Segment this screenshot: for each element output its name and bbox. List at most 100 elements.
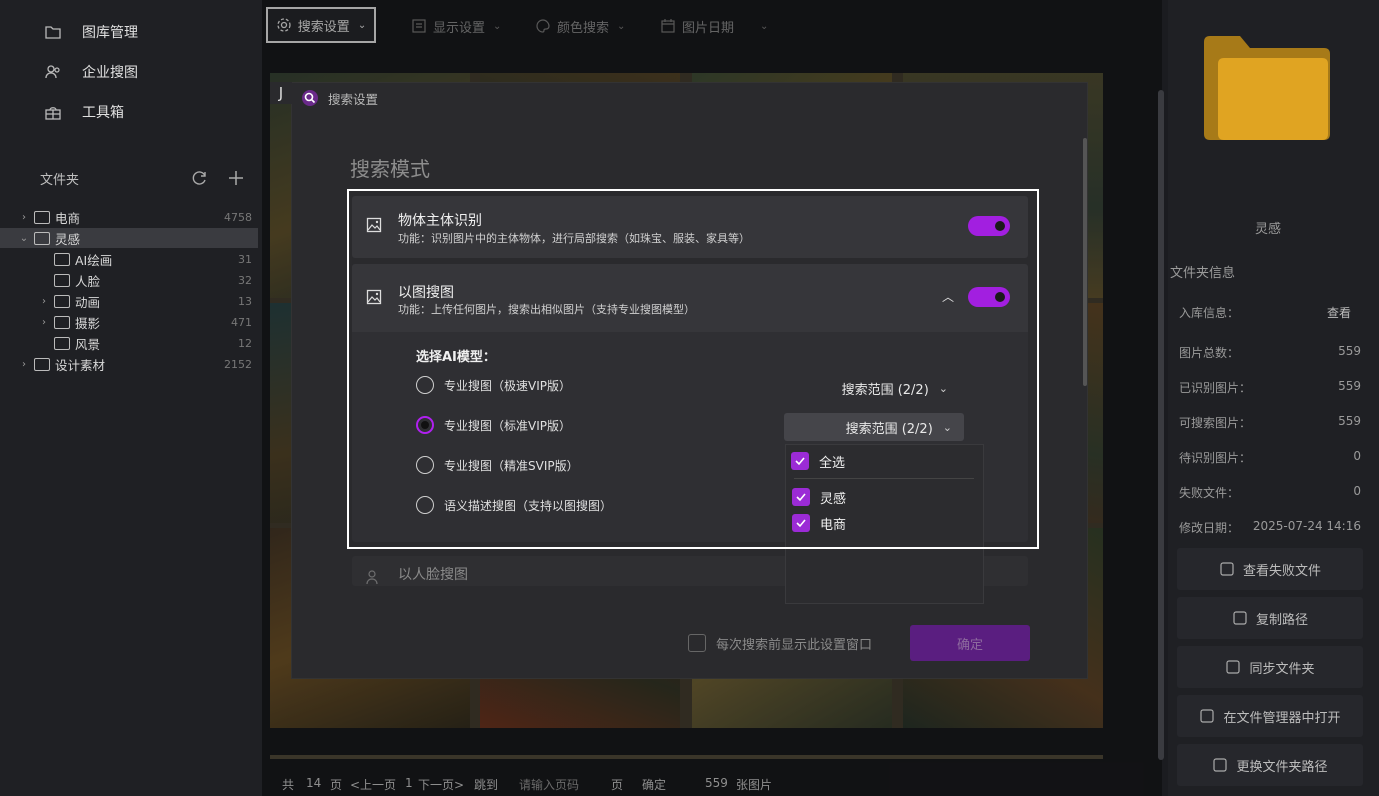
folder-tree-item[interactable]: 风景 12 [0,333,258,353]
chevron-right-icon[interactable]: › [18,359,30,370]
folder-icon [54,273,70,287]
folder-tree-label: 灵感 [55,231,81,247]
sync-folder-button[interactable]: 同步文件夹 [1177,646,1363,688]
info-label: 入库信息： [1179,306,1240,320]
info-label: 失败文件： [1179,486,1240,500]
folder-tree-item[interactable]: › 电商 4758 [0,207,258,227]
info-label: 已识别图片： [1179,381,1252,395]
info-row: 已识别图片： 559 [1179,379,1361,399]
info-row: 图片总数： 559 [1179,344,1361,364]
folder-tree-item[interactable]: › 动画 13 [0,291,258,311]
change-folder-path-button[interactable]: 更换文件夹路径 [1177,744,1363,786]
dialog-title: 搜索设置 [328,91,379,107]
info-value: 559 [1338,414,1361,428]
folder-count: 4758 [224,210,252,224]
sidebar: 图库管理 企业搜图 工具箱 文件夹 › 电商 4758 ⌄ 灵感 AI绘画 31 人脸 32 › 动… [0,0,262,796]
sidebar-item-toolbox[interactable]: 工具箱 [44,100,124,124]
folder-icon [54,294,70,308]
info-row: 失败文件： 0 [1179,484,1361,504]
folder-tree-item[interactable]: AI绘画 31 [0,249,258,269]
folder-icon [34,357,50,371]
folder-tree-label: 电商 [55,210,81,226]
sidebar-item-label: 企业搜图 [82,65,138,81]
add-folder-icon[interactable] [227,169,245,187]
folder-tree-label: 动画 [75,294,101,310]
image-icon [1220,562,1234,576]
copy-path-button[interactable]: 复制路径 [1177,597,1363,639]
toolbox-icon [45,107,61,120]
folder-count: 31 [238,252,252,266]
section-title: 搜索模式 [350,157,430,181]
move-icon [1213,758,1228,772]
info-label: 可搜索图片： [1179,416,1252,430]
folder-tree-label: 人脸 [75,273,101,289]
pager-text: 页 [330,778,343,792]
info-label: 修改日期： [1179,521,1240,535]
folder-icon [45,26,61,39]
pager-text: 跳到 [474,778,499,792]
button-label: 查看失败文件 [1242,563,1321,579]
sidebar-item-label: 图库管理 [82,25,138,41]
info-value: 559 [1338,379,1361,393]
tile-badge: J [270,82,292,104]
info-row: 待识别图片： 0 [1179,449,1361,469]
folder-tree-label: 设计素材 [55,357,106,373]
view-link[interactable]: 查看 [1327,304,1351,324]
button-label: 更换文件夹路径 [1236,759,1328,775]
current-page: 1 [405,776,413,790]
folder-icon [34,210,50,224]
folder-count: 2152 [224,357,252,371]
folders-header: 文件夹 [40,168,245,188]
info-value: 2025-07-24 14:16 [1252,519,1361,533]
next-page-button[interactable]: 下一页> [418,776,464,792]
dialog-titlebar: 搜索设置 [300,88,378,108]
info-value: 559 [1338,344,1361,358]
info-row: 可搜索图片： 559 [1179,414,1361,434]
folder-large-icon [1204,36,1330,140]
checkbox-box [688,634,706,652]
dialog-scrollbar[interactable] [1083,138,1087,386]
button-label: 在文件管理器中打开 [1223,710,1341,726]
view-failed-files-button[interactable]: 查看失败文件 [1177,548,1363,590]
app-logo-icon [302,90,318,106]
pager-text: 共 [282,778,295,792]
grid-scrollbar[interactable] [1158,90,1164,760]
chevron-right-icon[interactable]: › [18,212,30,223]
folder-count: 32 [238,273,252,287]
go-to-page-button[interactable]: 确定 [642,776,666,792]
sync-icon [1226,660,1241,674]
face-icon [366,570,378,585]
prev-page-button[interactable]: <上一页 [350,776,396,792]
folder-count: 471 [231,315,252,329]
folder-tree-item[interactable]: ⌄ 灵感 [0,228,258,248]
folder-tree-label: 风景 [75,336,101,352]
face-search-title: 以人脸搜图 [398,567,468,583]
refresh-icon[interactable] [191,169,209,187]
folder-info-title: 文件夹信息 [1170,266,1236,281]
folder-tree-item[interactable]: › 摄影 471 [0,312,258,332]
folder-icon [34,231,50,245]
image-count: 559 [705,776,728,790]
pager-text: 张图片 [736,778,773,792]
info-label: 待识别图片： [1179,451,1252,465]
folder-icon [54,252,70,266]
chevron-right-icon[interactable]: › [38,317,50,328]
chevron-right-icon[interactable]: › [38,296,50,307]
sidebar-item-enterprise-search[interactable]: 企业搜图 [44,60,138,84]
folder-tree-item[interactable]: 人脸 32 [0,270,258,290]
folder-icon [54,336,70,350]
show-before-search-label: 每次搜索前显示此设置窗口 [716,637,873,653]
folder-count: 12 [238,336,252,350]
sidebar-item-gallery[interactable]: 图库管理 [44,20,138,44]
folder-tree-item[interactable]: › 设计素材 2152 [0,354,258,374]
folder-count: 13 [238,294,252,308]
show-before-search-checkbox[interactable]: 每次搜索前显示此设置窗口 [688,632,872,654]
pager-total-pages: 14 [306,776,322,790]
page-number-input[interactable]: 请输入页码 [519,776,579,792]
info-row: 修改日期： 2025-07-24 14:16 [1179,519,1361,539]
users-icon [45,65,60,79]
confirm-button[interactable]: 确定 [910,625,1030,661]
info-label: 图片总数： [1179,346,1240,360]
chevron-down-icon[interactable]: ⌄ [18,233,30,244]
open-in-explorer-button[interactable]: 在文件管理器中打开 [1177,695,1363,737]
